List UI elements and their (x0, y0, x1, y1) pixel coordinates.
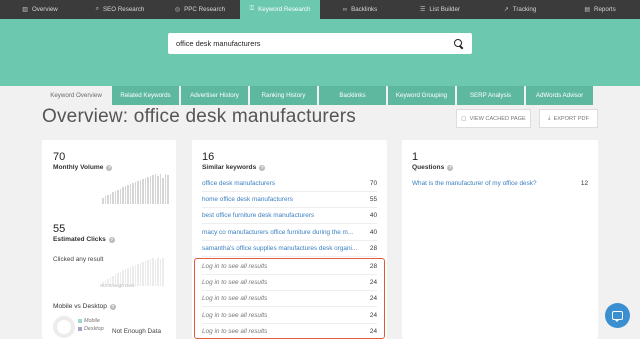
question-row[interactable]: What is the manufacturer of my office de… (412, 175, 588, 191)
nav-seo-research[interactable]: ⌕ SEO Research (80, 0, 160, 19)
link-icon: ∞ (342, 6, 348, 13)
tab-serp-analysis[interactable]: SERP Analysis (457, 86, 524, 105)
volume-card: 70 Monthly Volume? 55 Estimated Clicks? … (42, 140, 176, 339)
nav-reports[interactable]: ▤ Reports (560, 0, 640, 19)
document-icon: ▤ (584, 7, 590, 13)
not-enough-data-label: Not Enough Data (112, 328, 162, 335)
keyword-row[interactable]: samantha's office supplies manufactures … (202, 240, 377, 256)
trend-icon: ↗ (503, 7, 509, 13)
similar-keywords-label: Similar keywords? (202, 164, 266, 171)
divider (202, 256, 377, 257)
mobile-vs-desktop-label: Mobile vs Desktop? (53, 303, 116, 310)
chat-bubble-icon (612, 311, 623, 322)
tab-bar: Keyword Overview Related Keywords Advert… (42, 86, 593, 105)
page-title: Overview: office desk manufacturers (42, 106, 356, 127)
nav-keyword-research[interactable]: ⚿ Keyword Research (240, 0, 320, 19)
document-icon: ▢ (461, 115, 467, 122)
keyword-row[interactable]: best office furniture desk manufacturers… (202, 207, 377, 223)
target-icon: ◎ (174, 7, 181, 13)
chat-widget-button[interactable] (605, 303, 630, 328)
volume-sparkline (102, 174, 169, 204)
key-icon: ⚿ (249, 6, 255, 12)
download-icon: ⤓ (547, 115, 551, 121)
questions-label: Questions? (412, 164, 454, 171)
nav-list-builder[interactable]: ☰ List Builder (400, 0, 480, 19)
monthly-volume-value: 70 (53, 151, 66, 163)
keyword-row[interactable]: office desk manufacturers 70 (202, 175, 377, 191)
help-icon[interactable]: ? (109, 303, 116, 310)
view-cached-page-button[interactable]: ▢ VIEW CACHED PAGE (456, 109, 531, 128)
questions-count: 1 (412, 151, 419, 163)
help-icon[interactable]: ? (108, 236, 115, 243)
estimated-clicks-value: 55 (53, 223, 66, 235)
similar-keywords-count: 16 (202, 151, 215, 163)
keyword-row[interactable]: home office desk manufacturers 55 (202, 191, 377, 207)
questions-card: 1 Questions? What is the manufacturer of… (402, 140, 598, 339)
top-nav: ▥ Overview ⌕ SEO Research ◎ PPC Research ⚿ K… (0, 0, 640, 19)
help-icon[interactable]: ? (447, 164, 454, 171)
search-icon: ⌕ (95, 6, 100, 12)
search-input[interactable]: office desk manufacturers (176, 39, 454, 48)
tab-related-keywords[interactable]: Related Keywords (112, 86, 179, 105)
locked-results-highlight (194, 258, 385, 339)
tab-adwords-advisor[interactable]: AdWords Advisor (526, 86, 593, 105)
nav-tracking[interactable]: ↗ Tracking (480, 0, 560, 19)
tab-keyword-grouping[interactable]: Keyword Grouping (388, 86, 455, 105)
clicks-sparkline (102, 258, 164, 286)
nav-ppc-research[interactable]: ◎ PPC Research (160, 0, 240, 19)
hero-banner: office desk manufacturers Keyword Overvi… (0, 19, 640, 105)
bar-chart-icon: ▥ (22, 7, 28, 13)
help-icon[interactable]: ? (259, 164, 266, 171)
list-icon: ☰ (420, 7, 426, 13)
monthly-volume-label: Monthly Volume? (53, 164, 113, 171)
mobile-desktop-donut (53, 316, 75, 338)
nav-overview[interactable]: ▥ Overview (0, 0, 80, 19)
tab-ranking-history[interactable]: Ranking History (250, 86, 317, 105)
tab-backlinks[interactable]: Backlinks (319, 86, 386, 105)
nav-backlinks[interactable]: ∞ Backlinks (320, 0, 400, 19)
desktop-swatch (78, 327, 82, 331)
export-pdf-button[interactable]: ⤓ EXPORT PDF (539, 109, 598, 128)
mobile-swatch (78, 319, 82, 323)
tab-keyword-overview[interactable]: Keyword Overview (42, 86, 110, 105)
search-bar[interactable]: office desk manufacturers (168, 33, 472, 54)
tab-advertiser-history[interactable]: Advertiser History (181, 86, 248, 105)
help-icon[interactable]: ? (106, 164, 113, 171)
estimated-clicks-label: Estimated Clicks? (53, 236, 115, 243)
keyword-row[interactable]: macy co manufacturers office furniture d… (202, 224, 377, 240)
legend-desktop: Desktop (78, 326, 104, 332)
search-icon[interactable] (454, 38, 464, 49)
legend-mobile: Mobile (78, 318, 100, 324)
not-enough-data-note: Not Enough Data (100, 283, 135, 288)
clicked-any-result-label: Clicked any result (53, 256, 104, 263)
